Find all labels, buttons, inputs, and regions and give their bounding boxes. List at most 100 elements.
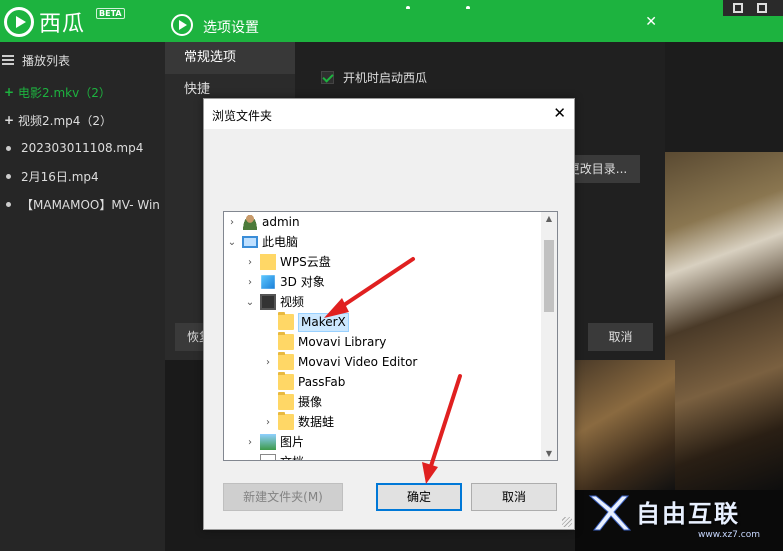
tree-item-label: MakerX [298,312,349,332]
computer-icon [242,236,258,248]
bullet-icon [6,201,11,207]
tree-item-camera[interactable]: 摄像 [224,392,542,412]
video-folder-icon [260,294,276,310]
playlist-item[interactable]: 【MAMAMOO】MV- Win [0,190,165,218]
ok-button[interactable]: 确定 [376,483,462,511]
expand-plus-icon[interactable]: + [3,113,15,127]
cancel-button[interactable]: 取消 [471,483,557,511]
tree-item-label: 此电脑 [262,234,299,249]
playlist-item-label: 202303011108.mp4 [21,141,144,155]
tree-item-label: PassFab [298,374,346,389]
chevron-right-icon[interactable]: › [244,437,256,448]
playlist-item-label: 电影2.mkv（2） [18,85,111,100]
browse-folder-dialog: 浏览文件夹 ✕ › admin ⌄ 此电脑 › WPS云盘 › 3D 对象 ⌄ … [203,98,575,530]
tree-item-videos[interactable]: ⌄ 视频 [224,292,542,312]
maximize-window-icon[interactable] [757,3,767,13]
browse-title: 浏览文件夹 [212,109,273,123]
chevron-down-icon[interactable]: ⌄ [226,237,238,248]
tree-scrollbar[interactable]: ▲ ▼ [541,212,557,460]
autostart-option[interactable]: 开机时启动西瓜 [321,69,427,86]
playlist-title: 播放列表 [22,53,71,68]
watermark-url: www.xz7.com [698,530,760,540]
tree-item-3d-objects[interactable]: › 3D 对象 [224,272,542,292]
list-menu-icon [2,53,14,67]
watermark-brand: 自由互联 [636,500,740,528]
resize-grip-icon[interactable] [562,517,572,527]
pictures-icon [260,434,276,450]
tree-item-passfab[interactable]: PassFab [224,372,542,392]
playlist-item-label: 2月16日.mp4 [21,169,99,184]
chevron-right-icon[interactable]: › [244,457,256,461]
playlist-item-label: 视频2.mp4（2） [18,113,113,128]
playlist-item[interactable]: 202303011108.mp4 [0,134,165,162]
folder-icon [278,412,294,430]
folder-icon [278,352,294,370]
tree-item-makerx[interactable]: MakerX [224,312,542,332]
options-title-bar: 选项设置 ✕ [165,9,665,42]
tree-item-label: Movavi Video Editor [298,354,418,369]
playlist-item-label: 【MAMAMOO】MV- Win [21,197,160,212]
browse-title-bar: 浏览文件夹 ✕ [204,99,574,129]
playlist-sidebar: 播放列表 + 电影2.mkv（2） + 视频2.mp4（2） 202303011… [0,42,165,551]
playlist-header[interactable]: 播放列表 [0,42,165,78]
expand-plus-icon[interactable]: + [3,85,15,99]
tab-general[interactable]: 常规选项 [165,42,295,74]
tree-item-shujuwa[interactable]: › 数据蛙 [224,412,542,432]
app-logo: 西瓜 [4,6,85,38]
playlist-item[interactable]: 2月16日.mp4 [0,162,165,190]
chevron-right-icon[interactable]: › [262,417,274,428]
documents-icon [260,454,276,460]
close-icon[interactable]: ✕ [553,104,566,122]
playlist-item[interactable]: + 电影2.mkv（2） [0,78,165,106]
chevron-right-icon[interactable]: › [244,257,256,268]
tree-item-movavi-video-editor[interactable]: › Movavi Video Editor [224,352,542,372]
bullet-icon [6,145,11,151]
playlist-item[interactable]: + 视频2.mp4（2） [0,106,165,134]
tree-item-label: 数据蛙 [298,414,335,429]
restore-window-icon[interactable] [733,3,743,13]
autostart-checkbox[interactable] [321,71,334,84]
tree-item-label: 图片 [280,434,305,449]
tree-item-pictures[interactable]: › 图片 [224,432,542,452]
options-cancel-button[interactable]: 取消 [588,323,653,351]
options-title: 选项设置 [203,20,259,36]
tree-item-label: WPS云盘 [280,254,331,269]
new-folder-button[interactable]: 新建文件夹(M) [223,483,343,511]
3d-objects-icon [261,275,275,289]
folder-icon [278,392,294,410]
folder-tree[interactable]: › admin ⌄ 此电脑 › WPS云盘 › 3D 对象 ⌄ 视频 Maker… [223,211,558,461]
tree-item-label: Movavi Library [298,334,387,349]
folder-icon [278,372,294,390]
tree-item-movavi-library[interactable]: Movavi Library [224,332,542,352]
app-name: 西瓜 [39,12,86,37]
close-icon[interactable]: ✕ [645,14,657,30]
tree-item-label: admin [262,214,300,229]
tree-item-label: 摄像 [298,394,323,409]
bullet-icon [6,173,11,179]
folder-icon [278,332,294,350]
tree-item-admin[interactable]: › admin [224,212,542,232]
window-controls [723,0,783,16]
scroll-up-icon[interactable]: ▲ [544,214,554,223]
scroll-down-icon[interactable]: ▼ [544,449,554,458]
scrollbar-thumb[interactable] [544,240,554,312]
folder-icon [278,312,294,330]
beta-badge: BETA [96,8,125,19]
watermark: 自由互联 www.xz7.com [586,488,776,544]
chevron-right-icon[interactable]: › [262,357,274,368]
play-logo-icon [4,7,34,37]
tree-item-label: 文档 [280,454,304,461]
chevron-right-icon[interactable]: › [244,277,256,288]
tree-item-documents[interactable]: › 文档 [224,452,542,461]
cloud-folder-icon [260,254,276,270]
tree-item-this-pc[interactable]: ⌄ 此电脑 [224,232,542,252]
tree-item-label: 视频 [280,294,305,309]
user-icon [242,214,258,230]
tree-item-label: 3D 对象 [280,274,325,289]
chevron-right-icon[interactable]: › [226,217,238,228]
autostart-label: 开机时启动西瓜 [343,71,428,85]
chevron-down-icon[interactable]: ⌄ [244,297,256,308]
play-logo-icon [171,14,193,36]
watermark-logo-icon [588,495,632,531]
tree-item-wps-cloud[interactable]: › WPS云盘 [224,252,542,272]
